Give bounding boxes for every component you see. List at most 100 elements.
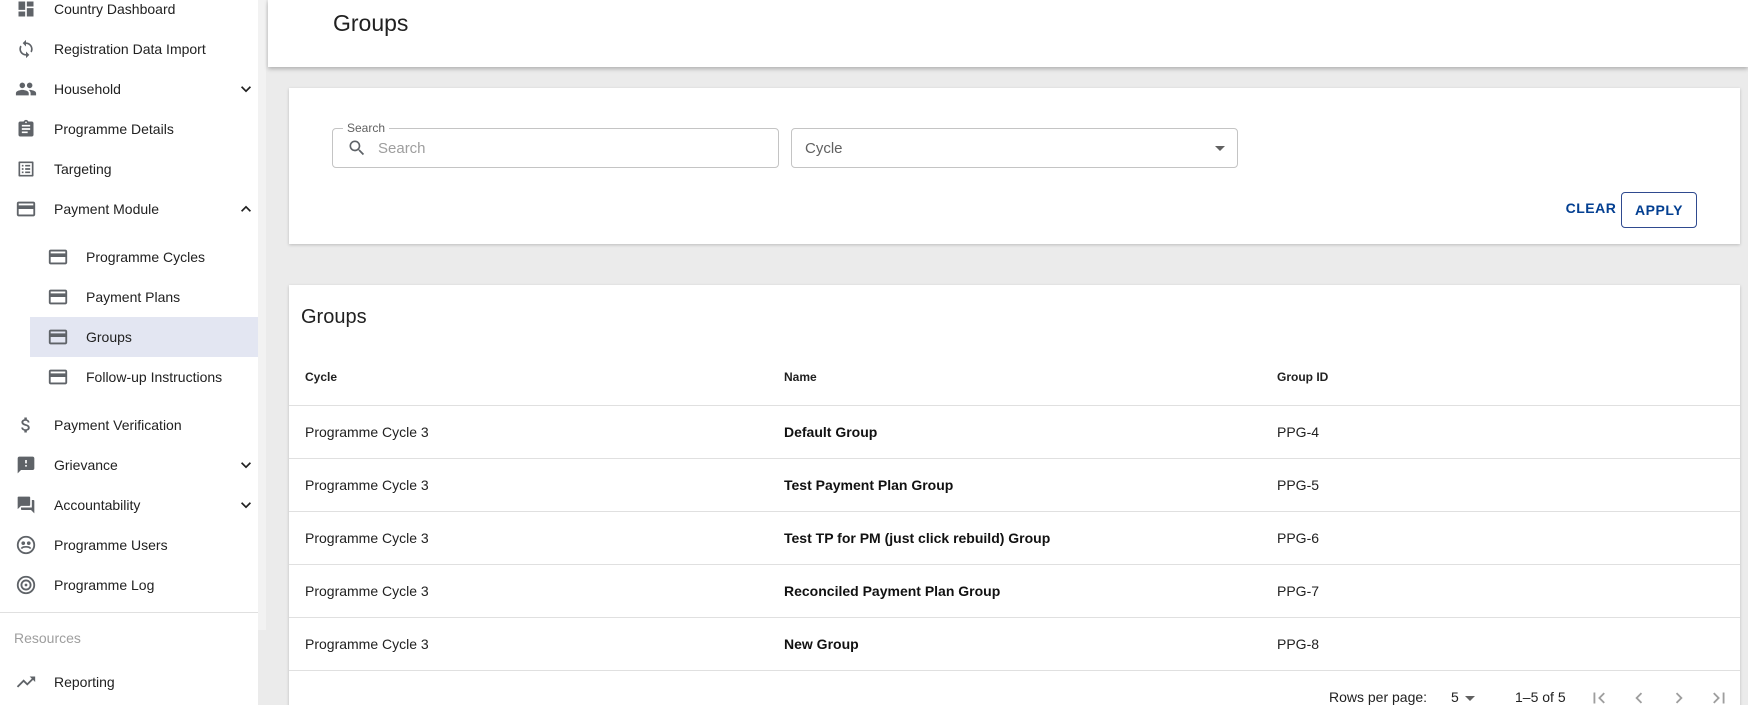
last-page-icon[interactable] xyxy=(1707,686,1731,705)
filter-card: Search Cycle CLEAR APPLY xyxy=(289,88,1740,244)
sidebar-subitem-groups[interactable]: Groups xyxy=(30,317,258,357)
sidebar-subitem-label: Payment Plans xyxy=(86,289,181,305)
cell-cycle: Programme Cycle 3 xyxy=(305,424,429,440)
table-row[interactable]: Programme Cycle 3 Test Payment Plan Grou… xyxy=(289,458,1740,511)
cell-group-id: PPG-7 xyxy=(1277,583,1320,599)
card-icon xyxy=(14,197,38,221)
sidebar-item-label: Country Dashboard xyxy=(54,1,176,17)
sidebar-subitem-follow-up-instructions[interactable]: Follow-up Instructions xyxy=(30,357,258,397)
sidebar-subitem-label: Programme Cycles xyxy=(86,249,206,265)
cell-group-id: PPG-6 xyxy=(1277,530,1320,546)
apply-button[interactable]: APPLY xyxy=(1621,192,1697,228)
sidebar-item-payment-verification[interactable]: Payment Verification xyxy=(0,405,258,445)
sidebar-item-registration-data-import[interactable]: Registration Data Import xyxy=(0,29,258,69)
sidebar-divider xyxy=(0,612,258,613)
card-icon xyxy=(46,365,70,389)
card-icon xyxy=(46,245,70,269)
clear-button[interactable]: CLEAR xyxy=(1561,192,1621,224)
list-icon xyxy=(14,157,38,181)
sidebar-scrollbar[interactable] xyxy=(258,0,266,630)
sidebar-item-label: Grievance xyxy=(54,457,118,473)
forum-icon xyxy=(14,493,38,517)
dollar-icon xyxy=(14,413,38,437)
cell-group-id: PPG-8 xyxy=(1277,636,1320,652)
table-bottom-divider xyxy=(289,670,1740,671)
sidebar-item-programme-users[interactable]: Programme Users xyxy=(0,525,258,565)
sidebar-subitem-programme-cycles[interactable]: Programme Cycles xyxy=(30,237,258,277)
sidebar-item-label: Reporting xyxy=(54,674,115,690)
sidebar-item-targeting[interactable]: Targeting xyxy=(0,149,258,189)
table-row[interactable]: Programme Cycle 3 Default Group PPG-4 xyxy=(289,405,1740,458)
search-field[interactable]: Search xyxy=(332,121,779,168)
sidebar-item-grievance[interactable]: Grievance xyxy=(0,445,258,485)
feedback-icon xyxy=(14,453,38,477)
search-icon xyxy=(347,138,367,158)
cell-cycle: Programme Cycle 3 xyxy=(305,583,429,599)
refresh-icon xyxy=(14,37,38,61)
sidebar-section-resources: Resources xyxy=(14,630,81,646)
sidebar-item-payment-module[interactable]: Payment Module xyxy=(0,189,258,229)
chevron-down-icon[interactable] xyxy=(236,79,256,99)
cycle-select-value: Cycle xyxy=(805,140,843,157)
track-icon xyxy=(14,573,38,597)
sidebar-item-household[interactable]: Household xyxy=(0,69,258,109)
table-row[interactable]: Programme Cycle 3 Reconciled Payment Pla… xyxy=(289,564,1740,617)
people-icon xyxy=(14,77,38,101)
chevron-down-icon[interactable] xyxy=(236,495,256,515)
search-legend: Search xyxy=(343,121,390,135)
column-header-name[interactable]: Name xyxy=(784,370,817,384)
column-header-group-id[interactable]: Group ID xyxy=(1277,370,1328,384)
rows-per-page-arrow-icon[interactable] xyxy=(1465,696,1475,701)
trending-up-icon xyxy=(14,670,38,694)
cell-cycle: Programme Cycle 3 xyxy=(305,530,429,546)
chevron-down-icon[interactable] xyxy=(236,455,256,475)
next-page-icon[interactable] xyxy=(1667,686,1691,705)
cell-name: Reconciled Payment Plan Group xyxy=(784,583,1001,599)
previous-page-icon[interactable] xyxy=(1627,686,1651,705)
sidebar-item-country-dashboard[interactable]: Country Dashboard xyxy=(0,0,258,29)
cell-cycle: Programme Cycle 3 xyxy=(305,636,429,652)
sidebar-subitem-label: Follow-up Instructions xyxy=(86,369,223,385)
cell-cycle: Programme Cycle 3 xyxy=(305,477,429,493)
column-header-cycle[interactable]: Cycle xyxy=(305,370,337,384)
sidebar-item-programme-log[interactable]: Programme Log xyxy=(0,565,258,605)
cell-group-id: PPG-5 xyxy=(1277,477,1320,493)
pagination-range: 1–5 of 5 xyxy=(1515,689,1566,705)
table-row[interactable]: Programme Cycle 3 New Group PPG-8 xyxy=(289,617,1740,670)
sidebar-item-label: Payment Verification xyxy=(54,417,182,433)
cell-name: New Group xyxy=(784,636,859,652)
sidebar-item-label: Registration Data Import xyxy=(54,41,206,57)
cycle-select[interactable]: Cycle xyxy=(791,128,1238,168)
cell-name: Test TP for PM (just click rebuild) Grou… xyxy=(784,530,1051,546)
cell-name: Default Group xyxy=(784,424,878,440)
dashboard-icon xyxy=(14,0,38,21)
sidebar-item-label: Programme Details xyxy=(54,121,174,137)
sidebar-subitem-label: Groups xyxy=(86,329,132,345)
sidebar-item-label: Programme Log xyxy=(54,577,155,593)
sidebar-item-programme-details[interactable]: Programme Details xyxy=(0,109,258,149)
users-icon xyxy=(14,533,38,557)
first-page-icon[interactable] xyxy=(1587,686,1611,705)
page-title: Groups xyxy=(333,10,409,36)
sidebar-item-label: Targeting xyxy=(54,161,112,177)
sidebar-item-label: Payment Module xyxy=(54,201,160,217)
search-input[interactable] xyxy=(378,137,758,159)
sidebar-item-reporting[interactable]: Reporting xyxy=(0,662,258,702)
clipboard-icon xyxy=(14,117,38,141)
rows-per-page-label: Rows per page: xyxy=(1329,689,1428,705)
sidebar-subitem-payment-plans[interactable]: Payment Plans xyxy=(30,277,258,317)
rows-per-page-select[interactable]: 5 xyxy=(1451,689,1459,705)
chevron-up-icon[interactable] xyxy=(236,199,256,219)
card-icon xyxy=(46,325,70,349)
cell-name: Test Payment Plan Group xyxy=(784,477,954,493)
sidebar-item-label: Programme Users xyxy=(54,537,168,553)
table-row[interactable]: Programme Cycle 3 Test TP for PM (just c… xyxy=(289,511,1740,564)
sidebar-item-label: Accountability xyxy=(54,497,141,513)
table-title: Groups xyxy=(301,306,367,328)
sidebar-item-accountability[interactable]: Accountability xyxy=(0,485,258,525)
card-icon xyxy=(46,285,70,309)
dropdown-arrow-icon xyxy=(1215,146,1225,151)
sidebar: Country Dashboard Registration Data Impo… xyxy=(0,0,258,705)
cell-group-id: PPG-4 xyxy=(1277,424,1320,440)
page-header: Groups xyxy=(268,0,1748,67)
